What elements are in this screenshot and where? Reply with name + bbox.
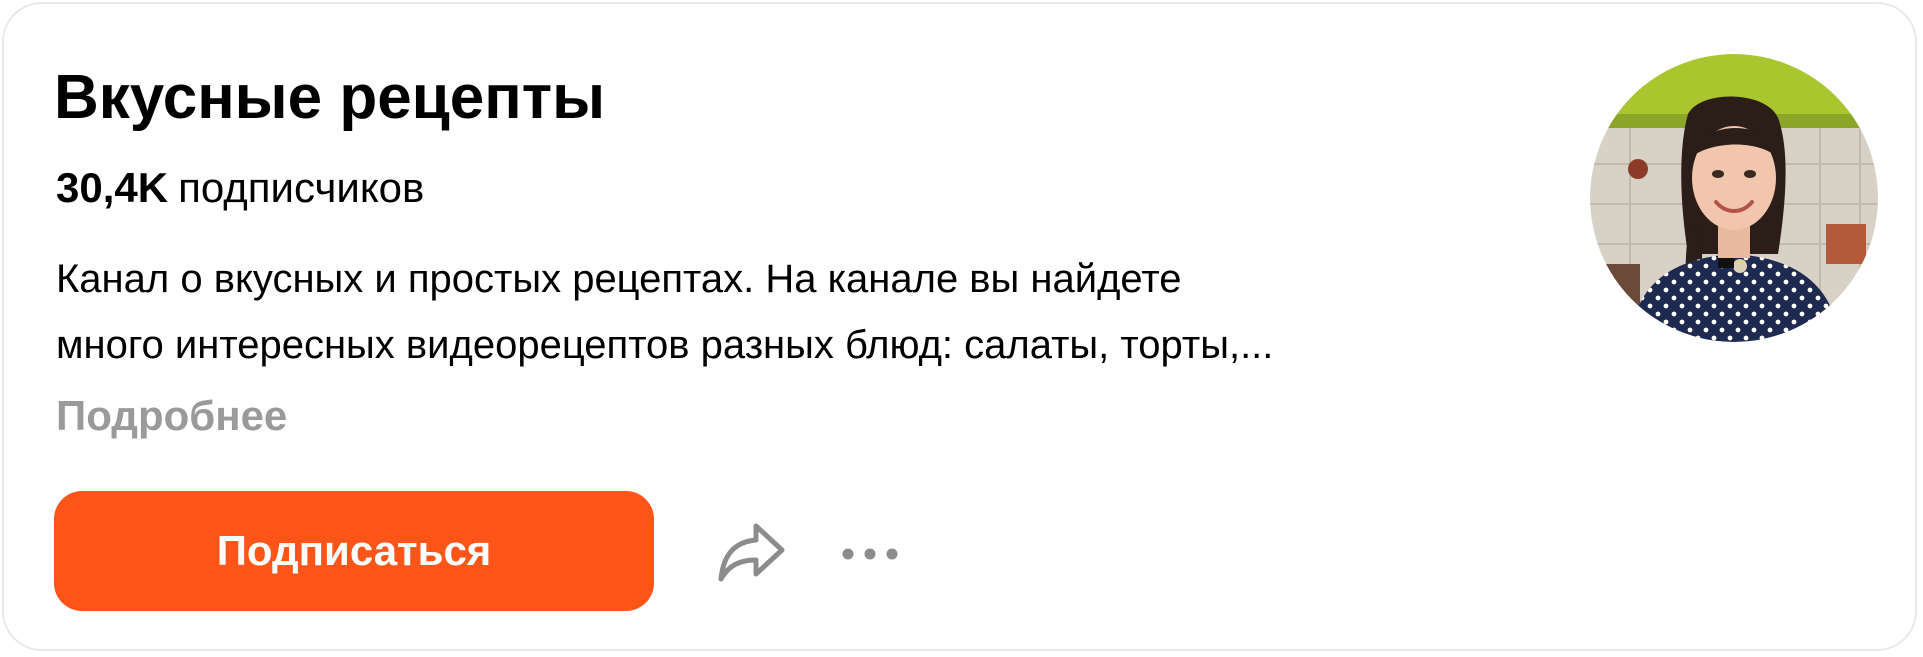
description-line: много интересных видеорецептов разных бл…	[56, 323, 1274, 367]
channel-card: Вкусные рецепты 30,4K подписчиков Канал о…	[2, 2, 1917, 651]
channel-description: Канал о вкусных и простых рецептах. На к…	[56, 246, 1556, 378]
more-link[interactable]: Подробнее	[56, 388, 287, 444]
share-button[interactable]	[716, 520, 786, 584]
more-options-button[interactable]	[840, 534, 900, 574]
subscribers-count: 30,4K	[56, 164, 169, 211]
description-line: Канал о вкусных и простых рецептах. На к…	[56, 257, 1182, 301]
subscribe-button[interactable]: Подписаться	[54, 491, 654, 611]
subscribers-label: подписчиков	[178, 164, 425, 211]
share-arrow-icon	[718, 523, 785, 582]
channel-avatar[interactable]	[1590, 54, 1878, 342]
channel-title: Вкусные рецепты	[54, 63, 606, 132]
more-dots-icon	[842, 548, 898, 560]
avatar-photo	[1590, 54, 1878, 342]
subscribers-info: 30,4K подписчиков	[56, 162, 424, 214]
